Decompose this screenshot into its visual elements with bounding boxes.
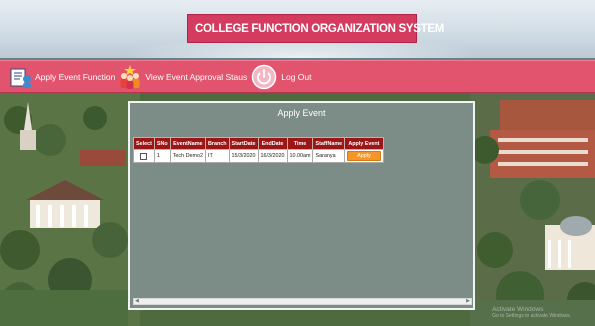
start-date-cell: 15/3/2020 [228,149,259,163]
event-name-cell: Tech Demo2 [169,149,206,163]
time-cell: 10.00am [286,149,314,163]
events-table: Select SNo EventName Branch StartDate En… [133,137,384,163]
table-row: 1 Tech Demo2 IT 15/3/2020 16/3/2020 10.0… [133,149,384,163]
power-icon [251,64,277,89]
app-title-banner: COLLEGE FUNCTION ORGANIZATION SYSTEM [187,14,444,43]
select-cell [133,149,155,163]
col-header-branch: Branch [204,137,230,150]
nav-label-log-out: Log Out [281,71,312,82]
col-header-time: Time [286,137,314,150]
apply-event-icon [10,68,31,88]
nav-label-apply-event: Apply Event Function [35,71,116,82]
watermark-line-2: Go to Settings to activate Windows. [492,313,571,319]
col-header-end-date: EndDate [257,137,288,150]
col-header-staff-name: StaffName [312,137,346,150]
branch-cell: IT [204,149,230,163]
nav-apply-event-function[interactable]: Apply Event Function [8,61,115,92]
col-header-apply-event: Apply Event [344,137,384,150]
main-nav: Apply Event Function View Event Approval… [0,60,595,93]
app-title: COLLEGE FUNCTION ORGANIZATION SYSTEM [195,22,445,35]
staff-name-cell: Saranya [312,149,346,163]
table-header-row: Select SNo EventName Branch StartDate En… [133,137,384,150]
sno-cell: 1 [153,149,171,163]
scroll-right-arrow-icon[interactable]: ▶ [466,298,470,304]
col-header-start-date: StartDate [228,137,259,150]
col-header-event-name: EventName [169,137,206,150]
scroll-left-arrow-icon[interactable]: ◀ [135,298,139,304]
apply-button[interactable]: Apply [347,151,381,161]
nav-label-view-approval: View Event Approval Staus [145,71,248,82]
panel-title: Apply Event [277,108,326,118]
nav-view-event-approval-status[interactable]: View Event Approval Staus [117,61,247,92]
select-checkbox[interactable] [140,152,148,160]
watermark-line-1: Activate Windows [492,306,544,313]
activation-watermark: Activate Windows Go to Settings to activ… [492,306,571,320]
end-date-cell: 16/3/2020 [257,149,288,163]
horizontal-scrollbar[interactable]: ◀ ▶ [133,298,472,305]
apply-event-panel: Apply Event Select SNo EventName Branch … [128,101,475,310]
nav-log-out[interactable]: Log Out [251,61,311,92]
apply-cell: Apply [344,149,384,163]
people-approval-icon [120,64,140,89]
col-header-select: Select [133,137,155,150]
col-header-sno: SNo [153,137,171,150]
app-header: COLLEGE FUNCTION ORGANIZATION SYSTEM [0,0,595,58]
